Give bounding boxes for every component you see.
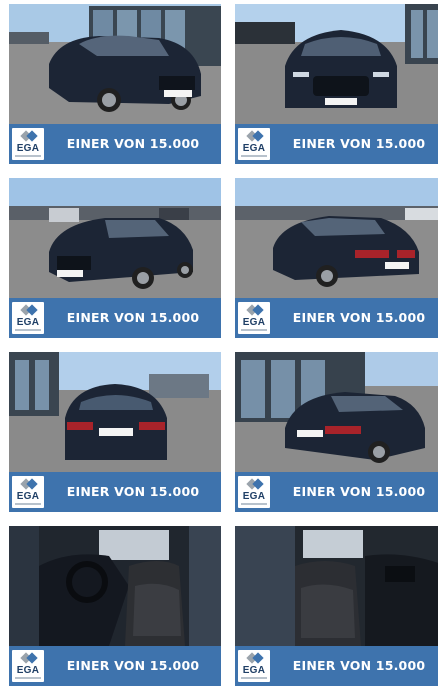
banner-text: EINER VON 15.000 xyxy=(292,484,426,499)
car-photo-front-quarter xyxy=(9,4,221,124)
banner-text: EINER VON 15.000 xyxy=(66,484,200,499)
banner-text: EINER VON 15.000 xyxy=(292,310,426,325)
ega-logo: EGA xyxy=(12,128,44,160)
gallery-tile-4[interactable]: EGA EINER VON 15.000 xyxy=(235,178,438,338)
banner-text: EINER VON 15.000 xyxy=(66,136,200,151)
gallery-tile-8[interactable]: EGA EINER VON 15.000 xyxy=(235,526,438,686)
logo-text: EGA xyxy=(242,665,266,676)
banner-text: EINER VON 15.000 xyxy=(292,136,426,151)
car-photo-rear xyxy=(9,352,221,472)
logo-text: EGA xyxy=(242,491,266,502)
logo-text: EGA xyxy=(16,665,40,676)
logo-text: EGA xyxy=(16,491,40,502)
car-photo-front xyxy=(235,4,438,124)
promo-banner: EGA EINER VON 15.000 xyxy=(9,124,221,164)
ega-logo: EGA xyxy=(12,476,44,508)
car-photo-front-left xyxy=(9,178,221,298)
car-photo-rear-right xyxy=(235,352,438,472)
logo-text: EGA xyxy=(242,317,266,328)
photo-gallery: EGA EINER VON 15.000 EGA EINER VON 15.00… xyxy=(0,0,438,686)
promo-banner: EGA EINER VON 15.000 xyxy=(9,472,221,512)
car-photo-interior-passenger xyxy=(235,526,438,646)
gallery-tile-1[interactable]: EGA EINER VON 15.000 xyxy=(9,4,221,164)
promo-banner: EGA EINER VON 15.000 xyxy=(235,472,438,512)
ega-logo: EGA xyxy=(238,476,270,508)
logo-text: EGA xyxy=(16,143,40,154)
promo-banner: EGA EINER VON 15.000 xyxy=(9,646,221,686)
promo-banner: EGA EINER VON 15.000 xyxy=(235,124,438,164)
banner-text: EINER VON 15.000 xyxy=(66,310,200,325)
banner-text: EINER VON 15.000 xyxy=(292,658,426,673)
car-photo-interior-driver xyxy=(9,526,221,646)
promo-banner: EGA EINER VON 15.000 xyxy=(235,646,438,686)
gallery-tile-3[interactable]: EGA EINER VON 15.000 xyxy=(9,178,221,338)
ega-logo: EGA xyxy=(12,302,44,334)
gallery-tile-2[interactable]: EGA EINER VON 15.000 xyxy=(235,4,438,164)
car-photo-rear-left xyxy=(235,178,438,298)
ega-logo: EGA xyxy=(238,128,270,160)
gallery-tile-6[interactable]: EGA EINER VON 15.000 xyxy=(235,352,438,512)
gallery-tile-7[interactable]: EGA EINER VON 15.000 xyxy=(9,526,221,686)
banner-text: EINER VON 15.000 xyxy=(66,658,200,673)
logo-text: EGA xyxy=(242,143,266,154)
ega-logo: EGA xyxy=(238,650,270,682)
gallery-tile-5[interactable]: EGA EINER VON 15.000 xyxy=(9,352,221,512)
logo-text: EGA xyxy=(16,317,40,328)
ega-logo: EGA xyxy=(12,650,44,682)
ega-logo: EGA xyxy=(238,302,270,334)
promo-banner: EGA EINER VON 15.000 xyxy=(9,298,221,338)
promo-banner: EGA EINER VON 15.000 xyxy=(235,298,438,338)
